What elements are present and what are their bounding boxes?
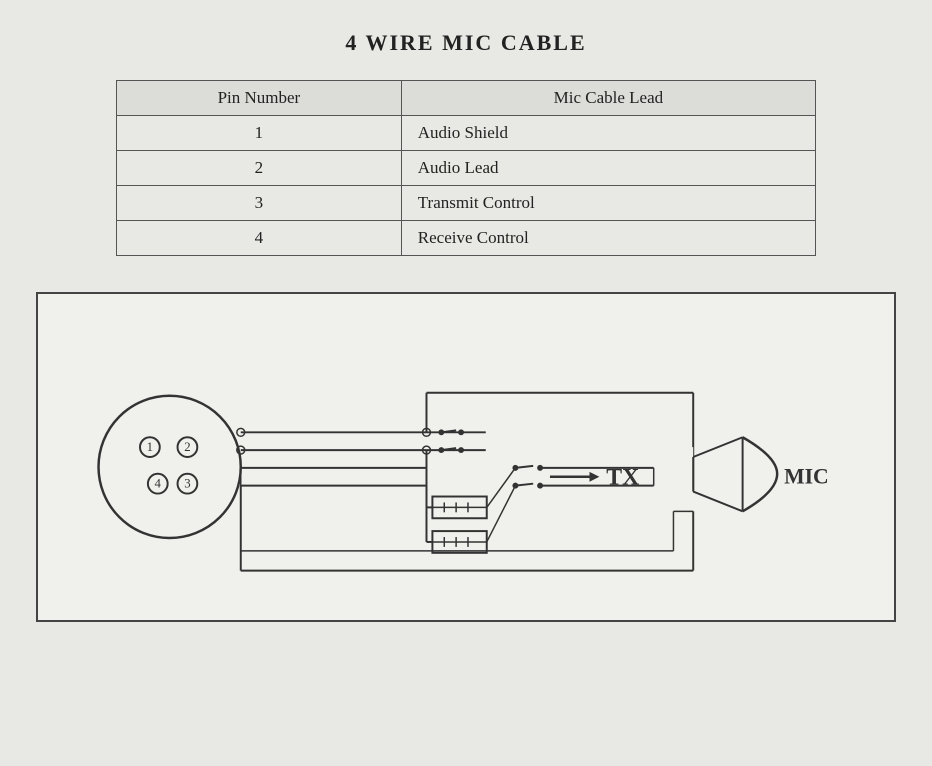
wiring-diagram: 1 2 4 3 <box>36 292 896 622</box>
pin-number-cell: 4 <box>117 221 402 256</box>
lead-name-cell: Audio Lead <box>401 151 815 186</box>
pin-number-cell: 1 <box>117 116 402 151</box>
page-title: 4 WIRE MIC CABLE <box>345 30 586 56</box>
lead-name-cell: Receive Control <box>401 221 815 256</box>
lead-name-cell: Transmit Control <box>401 186 815 221</box>
svg-text:MIC: MIC <box>784 465 829 489</box>
col-header-pin: Pin Number <box>117 81 402 116</box>
pin-number-cell: 2 <box>117 151 402 186</box>
table-row: 2Audio Lead <box>117 151 816 186</box>
col-header-lead: Mic Cable Lead <box>401 81 815 116</box>
cable-table: Pin Number Mic Cable Lead 1Audio Shield2… <box>116 80 816 256</box>
svg-text:4: 4 <box>155 477 162 491</box>
table-row: 3Transmit Control <box>117 186 816 221</box>
pin-number-cell: 3 <box>117 186 402 221</box>
svg-text:1: 1 <box>147 440 153 454</box>
table-row: 1Audio Shield <box>117 116 816 151</box>
svg-text:3: 3 <box>184 477 190 491</box>
svg-text:2: 2 <box>184 440 190 454</box>
table-row: 4Receive Control <box>117 221 816 256</box>
lead-name-cell: Audio Shield <box>401 116 815 151</box>
